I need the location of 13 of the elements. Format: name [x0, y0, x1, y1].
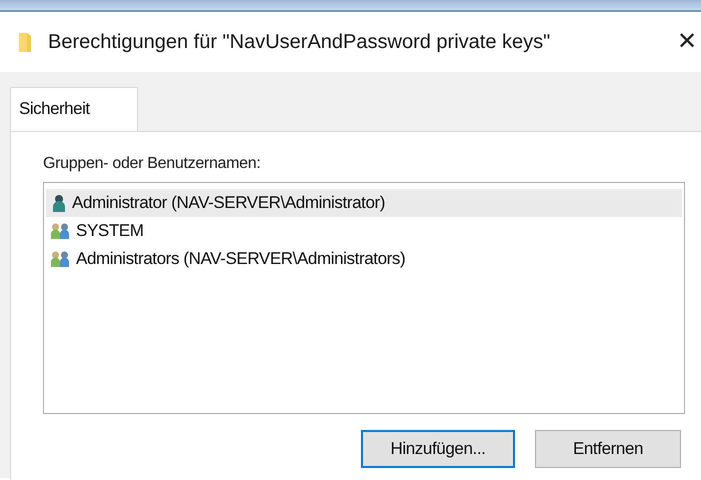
users-icon	[50, 250, 72, 268]
folder-icon	[18, 31, 32, 53]
add-button[interactable]: Hinzufügen...	[361, 430, 515, 468]
user-icon	[50, 194, 68, 212]
list-label: Gruppen- oder Benutzernamen:	[43, 154, 262, 174]
remove-button[interactable]: Entfernen	[535, 430, 681, 468]
tab[interactable]: Sicherheit	[10, 87, 138, 130]
close-button[interactable]: ✕	[673, 30, 701, 54]
list-item[interactable]: SYSTEM	[46, 216, 682, 244]
list-item[interactable]: Administrators (NAV-SERVER\Administrators)	[46, 244, 682, 272]
window-title: Berechtigungen für "NavUserAndPassword private keys"	[48, 30, 550, 55]
users-icon	[50, 222, 72, 240]
list-item[interactable]: Administrator (NAV-SERVER\Administrator)	[46, 188, 682, 216]
